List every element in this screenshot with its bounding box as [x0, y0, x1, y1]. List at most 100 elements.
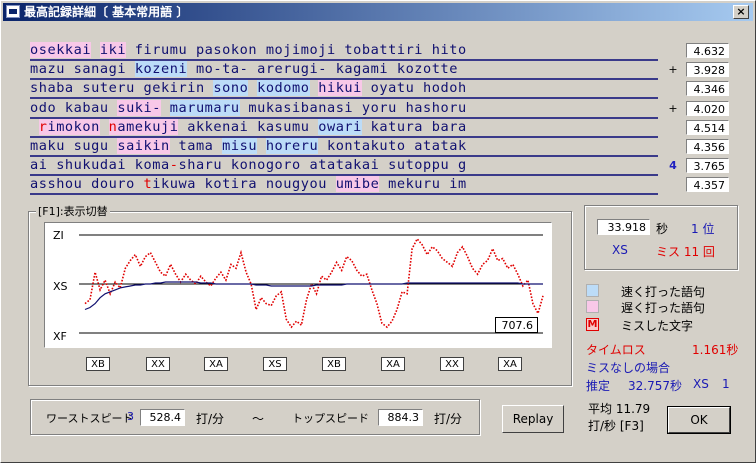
word-fast: sono: [213, 80, 249, 97]
estimate-time: 32.757秒: [628, 379, 682, 393]
text-segment: tama: [169, 138, 223, 154]
text-segment: odo kabau: [30, 99, 118, 116]
result-box: [584, 205, 738, 270]
segment-rank-1: XB: [86, 357, 110, 371]
miss-count: ミス 11 回: [656, 245, 715, 259]
typed-line: odo kabau suki- marumaru mukasibanasi yo…: [30, 99, 658, 119]
typed-line: shaba suteru gekirin sono kodomo hikui o…: [30, 80, 658, 100]
estimate-num: 1: [722, 377, 730, 391]
text-segment: sharu konogoro atatakai sutoppu g: [178, 157, 467, 174]
miss-legend-label: ミスした文字: [621, 319, 694, 333]
top-speed-label: トップスピード: [292, 412, 369, 425]
word-fast: owari: [318, 118, 362, 135]
miss-swatch: M: [586, 318, 599, 331]
estimate-label: 推定: [586, 379, 611, 393]
word-slow: iki: [99, 42, 127, 58]
text-segment: [248, 80, 257, 96]
text-segment: [91, 42, 100, 58]
word-slow: amekuji: [117, 118, 179, 135]
range-tilde: ～: [252, 412, 265, 426]
line-speed-value: 4.357: [686, 177, 729, 193]
total-time-field: 33.918: [597, 219, 650, 235]
window-title: 最高記録詳細〔 基本常用語 〕: [24, 5, 189, 19]
nomiss-label: ミスなしの場合: [586, 361, 671, 375]
word-slow: umibe: [335, 176, 380, 193]
text-segment: ai shukudai koma: [30, 157, 170, 174]
line-mark: +: [668, 101, 678, 115]
text-segment: mekuru im: [379, 176, 467, 193]
average-line1: 平均 11.79: [588, 402, 651, 416]
text-segment: oyatu hodoh: [361, 80, 467, 97]
typed-line: rimokon namekuji akkenai kasumu owari ka…: [30, 118, 658, 138]
line-mark: 4: [669, 159, 677, 173]
text-segment: firumu pasokon mojimoji tobattiri hito: [126, 42, 467, 58]
text-segment: mukasibanasi yoru hashoru: [239, 99, 467, 116]
text-segment: [161, 100, 170, 116]
word-slow: hikui: [318, 80, 362, 97]
final-speed-value: 707.6: [495, 317, 538, 333]
worst-speed-index: 3: [127, 410, 134, 423]
segment-rank-8: XA: [498, 357, 522, 371]
text-segment: mazu sanagi: [30, 61, 135, 78]
replay-button[interactable]: Replay: [502, 405, 564, 433]
fast-legend-label: 速く打った語句: [621, 285, 706, 299]
average-line2: 打/秒 [F3]: [588, 419, 644, 433]
speed-chart-svg: [79, 234, 544, 334]
line-speed-value: 4.356: [686, 139, 729, 154]
segment-rank-3: XA: [204, 357, 228, 371]
text-segment: [310, 80, 319, 96]
text-segment: [100, 119, 109, 135]
text-segment: katura bara: [361, 118, 467, 135]
word-slow: osekkai: [30, 42, 92, 58]
slow-swatch: [586, 300, 599, 313]
rank-letter: XS: [612, 243, 628, 257]
worst-speed-field: 528.4: [140, 409, 185, 426]
segment-rank-5: XB: [322, 357, 346, 371]
rank-value: 1 位: [691, 222, 715, 236]
worst-speed-label: ワーストスピード: [46, 412, 134, 425]
line-mark: +: [668, 63, 678, 77]
text-segment: ikuwa kotira nougyou: [152, 176, 336, 193]
slow-legend-label: 遅く打った語句: [621, 301, 706, 315]
word-slow: saikin: [117, 138, 170, 154]
y-label-top: ZI: [53, 229, 64, 242]
segment-rank-6: XA: [381, 357, 405, 371]
typed-line: asshou douro tikuwa kotira nougyou umibe…: [30, 176, 658, 196]
segment-rank-4: XS: [263, 357, 287, 371]
typed-line: osekkai iki firumu pasokon mojimoji toba…: [30, 42, 658, 61]
line-speed-value: 3.765: [686, 158, 729, 174]
word-fast: misu: [222, 138, 258, 154]
chart-toggle-label[interactable]: [F1]:表示切替: [36, 203, 110, 219]
text-segment: [257, 138, 266, 154]
title-bar[interactable]: 最高記録詳細〔 基本常用語 〕 ×: [3, 3, 753, 21]
word-miss: t: [143, 176, 153, 193]
timeloss-value: 1.161秒: [692, 343, 739, 357]
close-button[interactable]: ×: [733, 5, 749, 19]
line-speed-value: 4.514: [686, 119, 729, 135]
line-speed-value: 4.346: [686, 81, 729, 97]
fast-swatch: [586, 284, 599, 297]
text-segment: akkenai kasumu: [178, 118, 319, 135]
text-segment: shaba suteru gekirin: [30, 80, 214, 97]
line-speed-value: 4.632: [686, 43, 729, 58]
app-icon: [6, 5, 20, 18]
word-fast: marumaru: [169, 99, 240, 116]
text-segment: mo-ta- arerugi- kagami kozotte: [187, 61, 467, 78]
seconds-label: 秒: [656, 222, 669, 236]
line-speed-value: 4.020: [686, 100, 729, 116]
text-segment: maku sugu: [30, 138, 118, 154]
typed-line: maku sugu saikin tama misu horeru kontak…: [30, 138, 658, 157]
timeloss-label: タイムロス: [586, 343, 646, 357]
average-series-line: [84, 281, 543, 311]
worst-speed-unit: 打/分: [196, 412, 225, 426]
word-fast: horeru: [265, 138, 319, 154]
text-segment: kontakuto atatak: [318, 138, 467, 154]
word-fast: kodomo: [257, 80, 310, 97]
speed-chart[interactable]: [44, 222, 552, 348]
segment-rank-2: XX: [146, 357, 170, 371]
ok-button[interactable]: OK: [667, 406, 731, 434]
y-label-bottom: XF: [53, 330, 67, 343]
estimate-rank: XS: [693, 377, 709, 391]
text-segment: asshou douro: [30, 176, 144, 193]
y-label-mid: XS: [53, 280, 68, 293]
